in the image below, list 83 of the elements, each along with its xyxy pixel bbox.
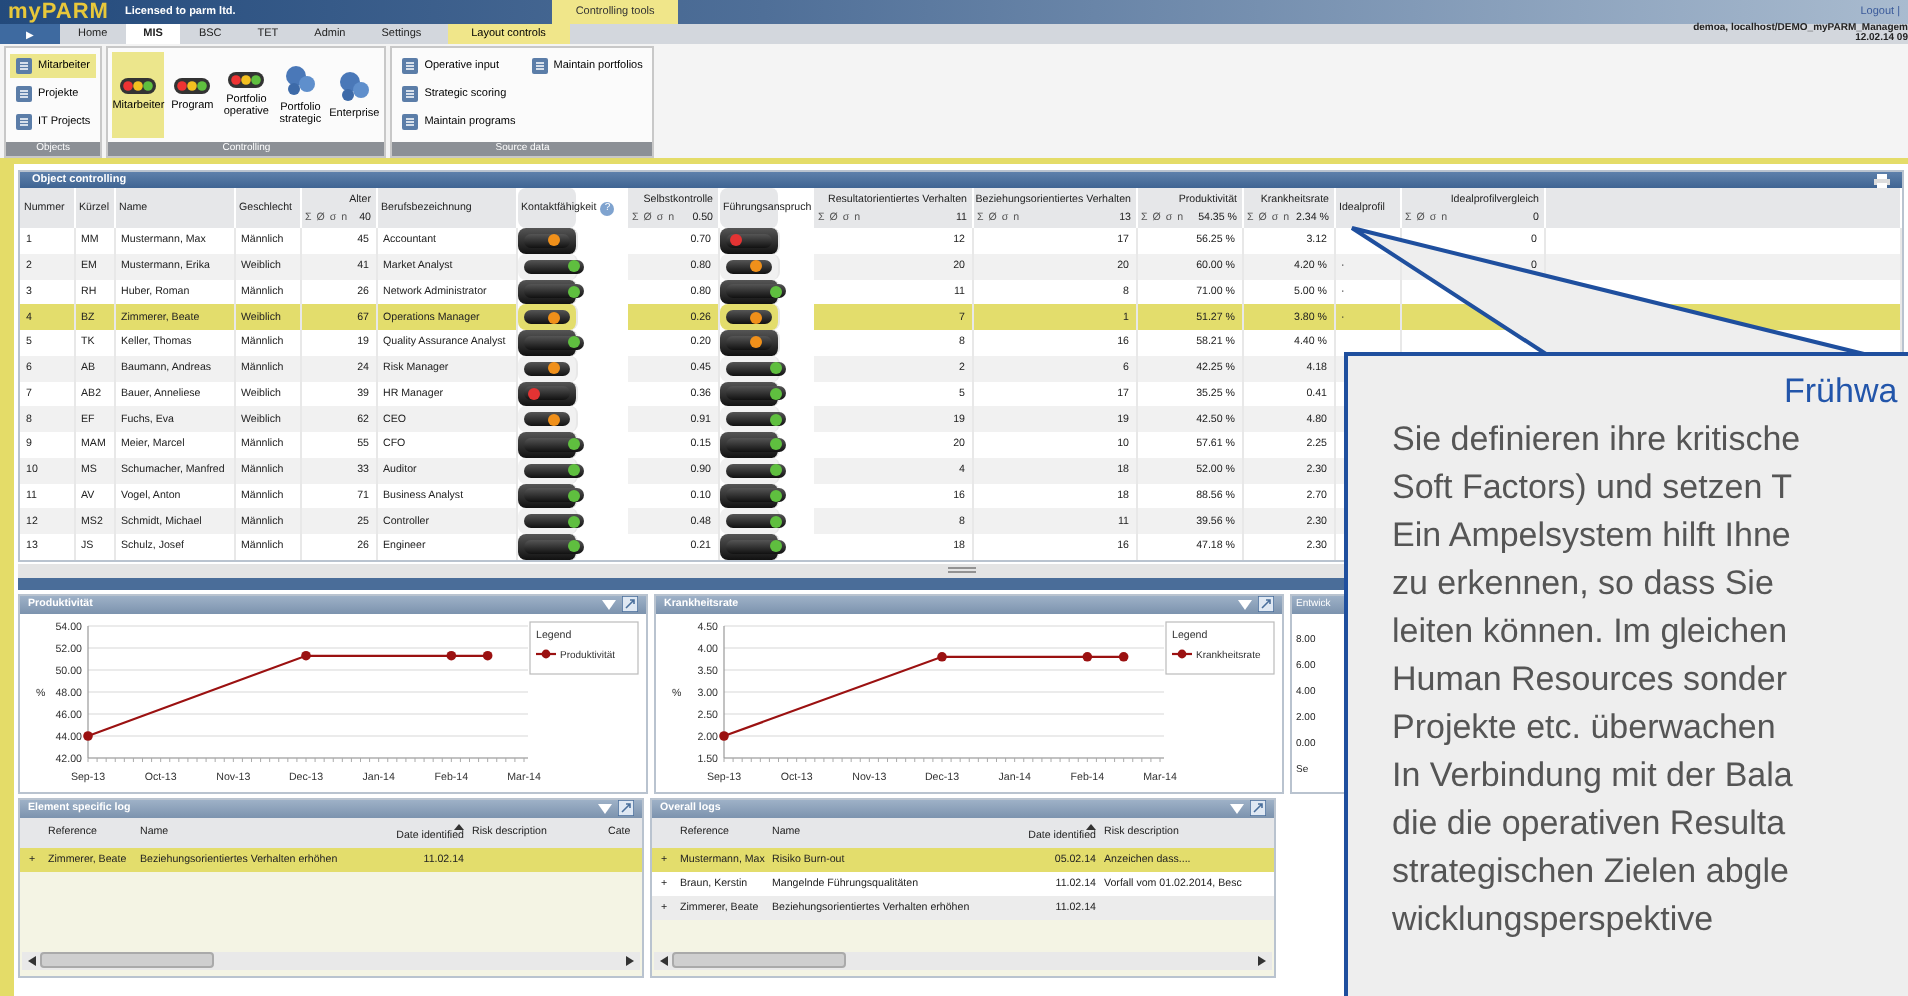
- legend-marker: [536, 649, 556, 658]
- traffic-light: [523, 514, 583, 529]
- scrollbar-thumb[interactable]: [40, 952, 214, 969]
- traffic-light: [523, 488, 583, 503]
- data-point: [937, 651, 947, 662]
- y-axis: [87, 624, 89, 759]
- callout-text-line: Human Resources sonder: [1392, 658, 1789, 702]
- traffic-light: [725, 386, 785, 401]
- dropdown-icon[interactable]: [602, 599, 616, 610]
- bubbles-icon: [338, 70, 371, 102]
- callout-text-line: leiten können. Im gleichen: [1392, 610, 1790, 654]
- scroll-right-icon[interactable]: [1258, 955, 1266, 966]
- data-point: [301, 650, 311, 660]
- traffic-light: [725, 437, 785, 452]
- y-axis: [723, 624, 725, 759]
- scroll-right-icon[interactable]: [626, 955, 634, 966]
- traffic-light: [523, 259, 583, 274]
- list-icon: [402, 58, 419, 74]
- export-icon[interactable]: [618, 800, 634, 817]
- traffic-light-icon: [174, 78, 211, 94]
- traffic-light: [523, 386, 569, 401]
- list-icon: [402, 114, 419, 130]
- traffic-light: [523, 233, 569, 248]
- traffic-light: [725, 361, 785, 376]
- traffic-light-icon: [228, 72, 265, 88]
- scroll-left-icon[interactable]: [660, 955, 668, 966]
- data-point: [83, 730, 93, 741]
- scroll-left-icon[interactable]: [28, 955, 36, 966]
- callout-text-line: In Verbindung mit der Bala: [1392, 754, 1795, 798]
- data-point: [719, 730, 729, 741]
- dropdown-icon[interactable]: [1238, 599, 1252, 610]
- sort-icon[interactable]: [454, 823, 464, 830]
- callout-text-line: Sie definieren ihre kritische: [1392, 418, 1803, 462]
- splitter-handle[interactable]: [947, 566, 975, 575]
- traffic-light: [523, 539, 583, 554]
- legend-marker: [1172, 649, 1192, 658]
- export-icon[interactable]: [1250, 800, 1266, 817]
- traffic-light: [725, 463, 785, 478]
- legend-box: [529, 620, 639, 675]
- data-point: [446, 650, 457, 660]
- horizontal-scrollbar[interactable]: [654, 951, 1272, 970]
- traffic-light: [523, 437, 583, 452]
- callout-text-line: die die operativen Resulta: [1392, 802, 1788, 846]
- list-icon: [531, 58, 548, 74]
- traffic-light: [523, 412, 569, 427]
- export-icon[interactable]: [1258, 596, 1274, 613]
- traffic-light: [523, 335, 583, 350]
- horizontal-scrollbar[interactable]: [22, 951, 640, 970]
- export-icon[interactable]: [622, 596, 638, 613]
- traffic-light: [523, 310, 569, 325]
- sort-icon[interactable]: [1086, 823, 1096, 830]
- traffic-light-icon: [120, 78, 157, 94]
- traffic-light: [725, 514, 785, 529]
- callout-text-line: Projekte etc. überwachen: [1392, 706, 1778, 750]
- list-icon: [402, 86, 419, 102]
- traffic-light: [725, 284, 785, 299]
- traffic-light: [523, 463, 583, 478]
- traffic-light: [725, 335, 771, 350]
- list-icon: [16, 86, 32, 102]
- traffic-light: [725, 412, 785, 427]
- callout-title: Frühwa: [1782, 370, 1900, 414]
- list-icon: [16, 114, 32, 130]
- bubbles-icon: [284, 64, 317, 96]
- traffic-light: [725, 233, 771, 248]
- logo: myPARM: [8, 0, 109, 24]
- traffic-light: [725, 539, 785, 554]
- callout-text-line: zu erkennen, so dass Sie: [1392, 562, 1776, 606]
- list-icon: [16, 58, 32, 74]
- traffic-light: [523, 284, 583, 299]
- print-icon[interactable]: [1874, 173, 1890, 187]
- traffic-light: [725, 259, 771, 274]
- callout-text-line: wicklungsperspektive: [1392, 898, 1716, 942]
- data-point: [482, 650, 493, 660]
- callout-text-line: Soft Factors) und setzen T: [1392, 466, 1794, 510]
- traffic-light: [725, 488, 785, 503]
- data-point: [1118, 651, 1129, 662]
- traffic-light: [725, 310, 771, 325]
- traffic-light: [523, 361, 569, 376]
- scrollbar-thumb[interactable]: [672, 952, 846, 969]
- callout-text-line: strategischen Zielen abgle: [1392, 850, 1791, 894]
- data-point: [1082, 651, 1093, 662]
- legend-box: [1165, 620, 1275, 675]
- callout-text-line: Ein Ampelsystem hilft Ihne: [1392, 514, 1793, 558]
